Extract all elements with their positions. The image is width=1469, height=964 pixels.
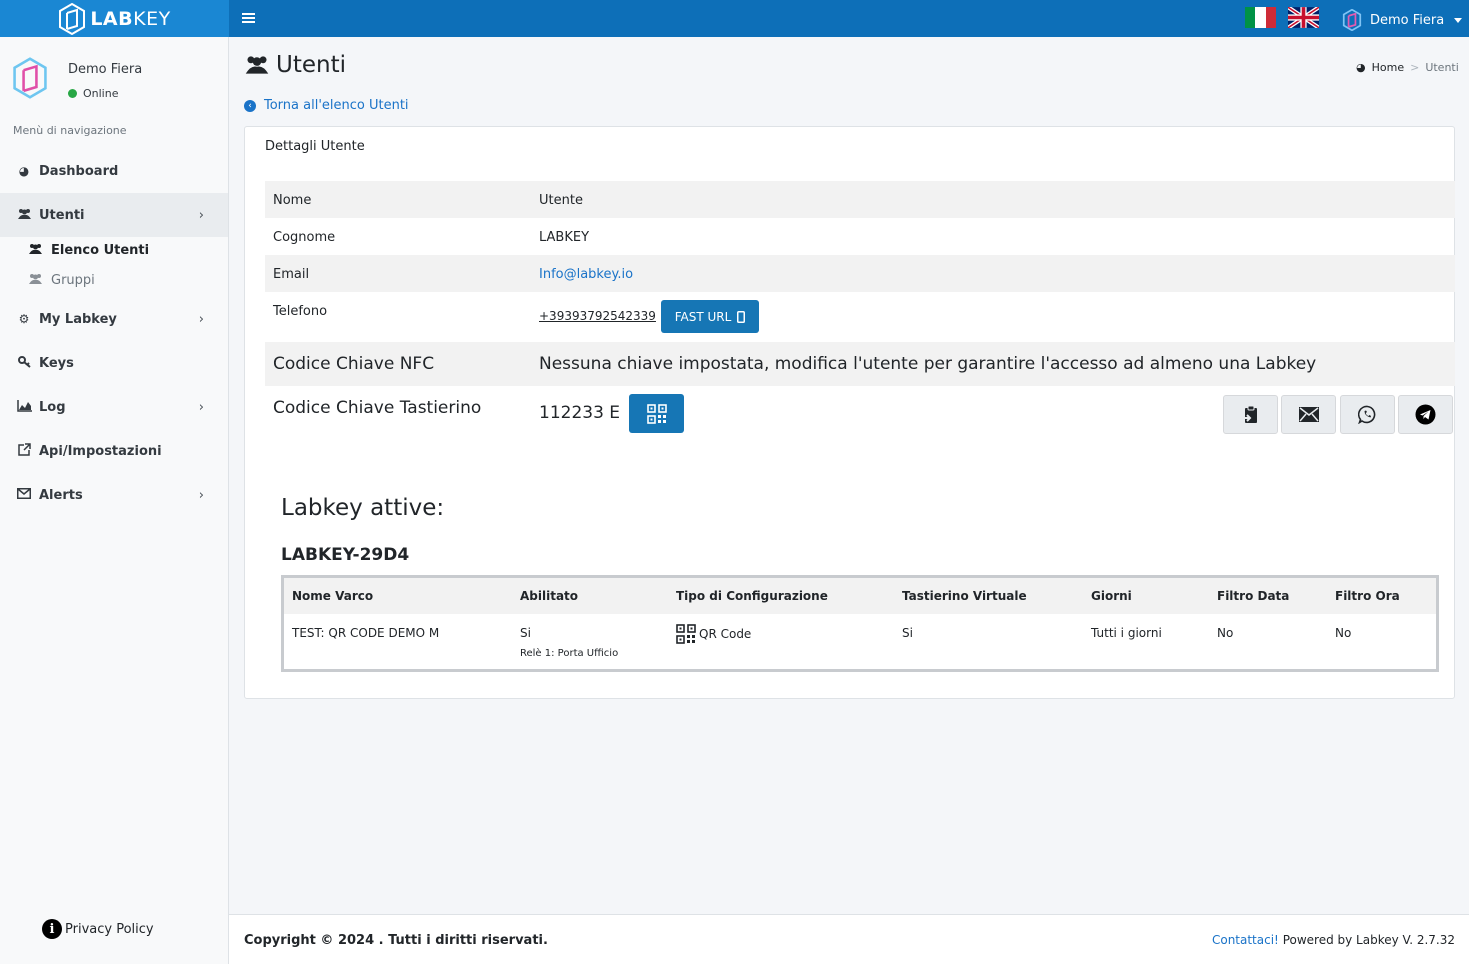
sidebar-item-elenco-utenti[interactable]: Elenco Utenti	[28, 243, 149, 258]
whatsapp-icon	[1358, 405, 1376, 424]
qr-code-button[interactable]	[629, 394, 684, 433]
sidebar-item-log[interactable]: Log ›	[0, 385, 228, 429]
sidebar-user-name: Demo Fiera	[68, 62, 143, 77]
copy-key-button[interactable]	[1223, 395, 1278, 434]
users-icon	[28, 273, 43, 288]
sidebar-item-dashboard[interactable]: ◕ Dashboard	[0, 149, 228, 193]
user-dropdown[interactable]: Demo Fiera	[1342, 9, 1463, 31]
user-avatar-icon	[1342, 9, 1362, 31]
clipboard-icon	[1242, 405, 1257, 423]
table-header: Nome Varco Abilitato Tipo di Configurazi…	[284, 578, 1436, 614]
brand-lab: LAB	[90, 7, 134, 30]
row-email: Email Info@labkey.io	[265, 255, 1455, 292]
user-panel: Demo Fiera Online	[12, 57, 142, 100]
qr-code-icon	[646, 403, 667, 424]
key-icon	[16, 355, 32, 371]
chevron-right-icon: ›	[198, 311, 204, 327]
brand-key: KEY	[133, 7, 171, 30]
sidebar-item-keys[interactable]: Keys	[0, 341, 228, 385]
sidebar: Demo Fiera Online Menù di navigazione ◕ D…	[0, 37, 229, 964]
area-chart-icon	[16, 399, 32, 415]
qr-code-icon	[676, 624, 696, 644]
sidebar-item-my-labkey[interactable]: ⚙ My Labkey ›	[0, 297, 228, 341]
chevron-right-icon: ›	[198, 487, 204, 503]
send-email-button[interactable]	[1281, 395, 1336, 434]
copyright: Copyright © 2024 . Tutti i diritti riser…	[244, 933, 548, 948]
active-labkeys-heading: Labkey attive:	[281, 495, 445, 521]
row-nome: Nome Utente	[265, 181, 1455, 218]
row-cognome: Cognome LABKEY	[273, 230, 590, 245]
hamburger-menu-icon[interactable]	[242, 12, 255, 24]
envelope-icon	[1298, 407, 1319, 422]
back-to-users-link[interactable]: ‹ Torna all'elenco Utenti	[244, 98, 409, 113]
avatar	[13, 57, 47, 99]
dashboard-icon: ◕	[18, 164, 30, 178]
page-title: Utenti	[244, 52, 346, 78]
gear-icon: ⚙	[18, 312, 30, 326]
phone-link[interactable]: +39393792542339	[539, 309, 656, 323]
fast-url-button[interactable]: FAST URL	[661, 300, 759, 333]
privacy-policy-link[interactable]: i Privacy Policy	[42, 919, 154, 939]
external-link-icon	[16, 443, 32, 459]
row-tastierino: Codice Chiave Tastierino 112233 E	[265, 386, 1455, 442]
rele-label: Relè 1: Porta Ufficio	[520, 648, 619, 659]
row-telefono: Telefono +39393792542339 FAST URL	[265, 292, 1455, 342]
chevron-left-circle-icon: ‹	[244, 99, 256, 112]
gates-table: Nome Varco Abilitato Tipo di Configurazi…	[281, 575, 1439, 672]
breadcrumb-separator: >	[1410, 61, 1420, 74]
row-nfc: Codice Chiave NFC Nessuna chiave imposta…	[265, 342, 1455, 386]
powered-by: Powered by Labkey V. 2.7.32	[1282, 933, 1455, 947]
user-name: Demo Fiera	[1370, 12, 1445, 28]
footer: Copyright © 2024 . Tutti i diritti riser…	[229, 914, 1469, 964]
users-icon	[16, 208, 32, 223]
sidebar-item-api-impostazioni[interactable]: Api/Impostazioni	[0, 429, 228, 473]
breadcrumb: ◕ Home > Utenti	[1356, 61, 1459, 74]
email-link[interactable]: Info@labkey.io	[539, 267, 633, 282]
labkey-device-name: LABKEY-29D4	[281, 545, 410, 565]
mobile-phone-icon	[737, 310, 746, 323]
status-badge: Online	[68, 87, 148, 100]
sidebar-item-gruppi[interactable]: Gruppi	[28, 273, 95, 288]
online-dot-icon	[68, 89, 77, 98]
user-details-card: Dettagli Utente Nome Utente Cognome LABK…	[244, 126, 1455, 699]
breadcrumb-home[interactable]: Home	[1372, 61, 1404, 74]
send-whatsapp-button[interactable]	[1340, 395, 1395, 434]
users-icon	[28, 243, 43, 258]
chevron-right-icon: ›	[198, 399, 204, 415]
sidebar-item-alerts[interactable]: Alerts ›	[0, 473, 228, 517]
top-navbar: LABKEY Demo Fiera	[0, 0, 1469, 37]
italian-flag-icon[interactable]	[1245, 7, 1276, 28]
chevron-right-icon: ›	[198, 207, 204, 223]
nav-header: Menù di navigazione	[13, 124, 127, 137]
card-title: Dettagli Utente	[265, 139, 365, 154]
info-icon: i	[42, 919, 62, 939]
contact-link[interactable]: Contattaci!	[1212, 933, 1279, 947]
send-telegram-button[interactable]	[1398, 395, 1453, 434]
uk-flag-icon[interactable]	[1288, 7, 1319, 28]
envelope-icon	[16, 488, 32, 502]
dashboard-icon: ◕	[1356, 61, 1366, 74]
caret-down-icon	[1454, 17, 1463, 23]
sidebar-item-utenti[interactable]: Utenti ›	[0, 193, 228, 237]
brand-logo[interactable]: LABKEY	[0, 0, 229, 37]
telegram-icon	[1415, 404, 1436, 425]
breadcrumb-current: Utenti	[1425, 61, 1459, 74]
table-row: TEST: QR CODE DEMO M	[292, 626, 440, 640]
users-icon	[245, 56, 269, 74]
labkey-logo-icon	[59, 2, 86, 35]
